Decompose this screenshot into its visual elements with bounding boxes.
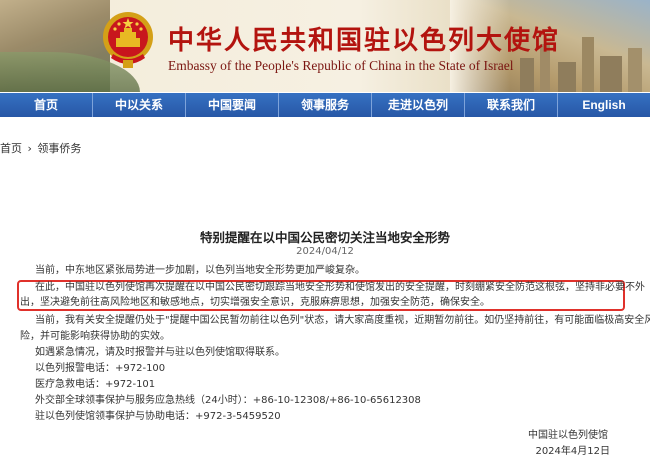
contact-line-police: 以色列报警电话：+972-100 (35, 363, 166, 374)
nav-item-contact[interactable]: 联系我们 (465, 93, 558, 117)
nav-item-english[interactable]: English (558, 93, 650, 117)
nav-item-about-israel[interactable]: 走进以色列 (372, 93, 465, 117)
article-paragraph: 在此，中国驻以色列使馆再次提醒在以中国公民密切跟踪当地安全形势和使馆发出的安全提… (35, 282, 645, 293)
article-title: 特别提醒在以中国公民密切关注当地安全形势 (199, 230, 450, 245)
nav-item-consular[interactable]: 领事服务 (279, 93, 372, 117)
breadcrumb-current-link[interactable]: 领事侨务 (37, 142, 81, 155)
main-nav: 首页 中以关系 中国要闻 领事服务 走进以色列 联系我们 English (0, 93, 650, 117)
nav-item-china-news[interactable]: 中国要闻 (186, 93, 279, 117)
contact-line-hotline: 外交部全球领事保护与服务应急热线（24小时）：+86-10-12308/+86-… (35, 395, 421, 406)
national-emblem-icon (103, 12, 153, 68)
breadcrumb-separator: › (27, 142, 32, 155)
article-date: 2024/04/12 (296, 246, 354, 257)
article-paragraph: 出，坚决避免前往高风险地区和敏感地点，切实增强安全意识，克服麻痹思想，加强安全防… (20, 297, 490, 308)
breadcrumb: 首页 › 领事侨务 (0, 140, 81, 156)
article-paragraph: 险，并可能影响获得协助的实效。 (20, 331, 170, 342)
breadcrumb-home-link[interactable]: 首页 (0, 142, 22, 155)
contact-line-ambulance: 医疗急救电话：+972-101 (35, 379, 156, 390)
article-signature-date: 2024年4月12日 (535, 446, 610, 457)
nav-item-relations[interactable]: 中以关系 (93, 93, 186, 117)
contact-line-embassy: 驻以色列使馆领事保护与协助电话：+972-3-5459520 (35, 411, 281, 422)
article-paragraph: 当前，我有关安全提醒仍处于"提醒中国公民暂勿前往以色列"状态，请大家高度重视，近… (35, 315, 650, 326)
nav-item-home[interactable]: 首页 (0, 93, 93, 117)
site-subtitle: Embassy of the People's Republic of Chin… (168, 58, 514, 73)
article-signature: 中国驻以色列使馆 (528, 430, 608, 441)
header-banner: 中华人民共和国驻以色列大使馆 Embassy of the People's R… (0, 0, 650, 92)
article-paragraph: 如遇紧急情况，请及时报警并与驻以色列使馆取得联系。 (35, 347, 285, 358)
site-title: 中华人民共和国驻以色列大使馆 (168, 26, 561, 56)
article-paragraph: 当前，中东地区紧张局势进一步加剧，以色列当地安全形势更加严峻复杂。 (35, 265, 365, 276)
